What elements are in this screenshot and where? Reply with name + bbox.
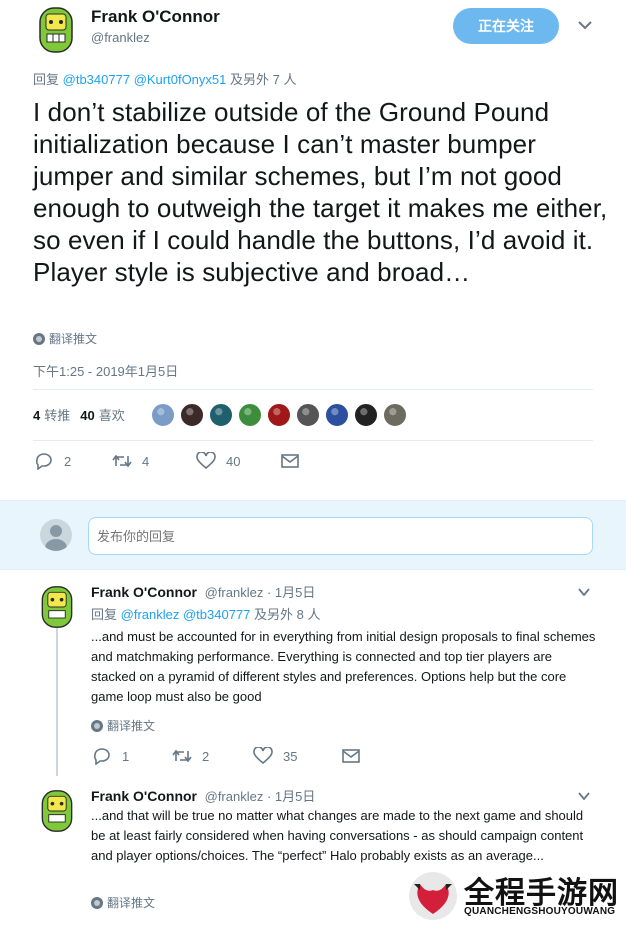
translate-label: 翻译推文 <box>49 332 98 346</box>
main-tweet: Frank O'Connor @franklez 正在关注 回复 @tb3407… <box>0 0 626 500</box>
translate-tweet[interactable]: 翻译推文 <box>91 894 155 911</box>
reply-actions: 1 2 35 <box>92 747 361 765</box>
author-name[interactable]: Frank O'Connor <box>91 584 197 600</box>
chevron-down-icon[interactable] <box>576 18 594 32</box>
reply-compose <box>0 500 626 570</box>
reply-input[interactable] <box>88 517 593 555</box>
direct-message-action[interactable] <box>341 747 361 765</box>
author-name[interactable]: Frank O'Connor <box>91 788 197 804</box>
liker-avatars <box>151 403 407 427</box>
tweet-actions: 2 4 40 <box>34 452 300 470</box>
liker-avatar[interactable] <box>180 403 204 427</box>
author-avatar[interactable] <box>38 585 76 629</box>
author-handle[interactable]: @franklez <box>91 30 150 45</box>
following-button[interactable]: 正在关注 <box>453 8 559 44</box>
liker-avatar[interactable] <box>267 403 291 427</box>
globe-icon <box>91 896 103 909</box>
like-action[interactable]: 35 <box>253 747 341 765</box>
reply-header: Frank O'Connor @franklez · 1月5日 <box>91 582 315 601</box>
replying-to: 回复 @franklez @tb340777 及另外 8 人 <box>91 607 321 622</box>
liker-avatar[interactable] <box>238 403 262 427</box>
translate-tweet[interactable]: 翻译推文 <box>33 330 97 347</box>
author-avatar[interactable] <box>36 6 76 54</box>
retweet-stat[interactable]: 4 转推 <box>33 405 70 424</box>
watermark-logo <box>409 872 457 920</box>
reply-date[interactable]: · 1月5日 <box>267 789 315 804</box>
reply-count: 2 <box>64 453 72 469</box>
reply-text: ...and must be accounted for in everythi… <box>91 629 596 704</box>
retweet-count: 4 <box>142 453 150 469</box>
reply-tweet[interactable]: Frank O'Connor @franklez · 1月5日 回复 @fran… <box>0 571 626 781</box>
tweet-timestamp[interactable]: 下午1:25 - 2019年1月5日 <box>33 361 178 380</box>
author-handle[interactable]: @franklez <box>205 585 264 600</box>
mention-link[interactable]: @Kurt0fOnyx51 <box>134 72 227 87</box>
tweet-stats: 4 转推 40 喜欢 <box>33 405 125 424</box>
mention-link[interactable]: @tb340777 <box>183 607 250 622</box>
globe-icon <box>33 332 45 345</box>
translate-tweet[interactable]: 翻译推文 <box>91 717 155 734</box>
watermark-subtitle: QUANCHENGSHOUYOUWANG <box>464 906 616 917</box>
retweet-action[interactable]: 4 <box>112 452 196 470</box>
reply-header: Frank O'Connor @franklez · 1月5日 <box>91 786 315 805</box>
reply-icon <box>93 748 110 765</box>
chevron-down-icon[interactable] <box>577 791 591 801</box>
author-avatar[interactable] <box>38 789 76 833</box>
divider <box>33 389 593 390</box>
reply-date[interactable]: · 1月5日 <box>267 585 315 600</box>
mention-link[interactable]: @tb340777 <box>63 72 130 87</box>
reply-icon <box>35 453 52 470</box>
liker-avatar[interactable] <box>325 403 349 427</box>
replying-to: 回复 @tb340777 @Kurt0fOnyx51 及另外 7 人 <box>33 69 296 88</box>
envelope-icon <box>281 454 299 468</box>
like-action[interactable]: 40 <box>196 452 280 470</box>
envelope-icon <box>342 749 360 763</box>
liker-avatar[interactable] <box>151 403 175 427</box>
heart-icon <box>253 747 273 765</box>
reply-others[interactable]: 及另外 8 人 <box>254 607 320 622</box>
liker-avatar[interactable] <box>296 403 320 427</box>
tweet-text: I don’t stabilize outside of the Ground … <box>33 97 608 287</box>
reply-others[interactable]: 及另外 7 人 <box>230 72 296 87</box>
divider <box>33 440 593 441</box>
author-name[interactable]: Frank O'Connor <box>91 7 220 27</box>
retweet-icon <box>172 749 192 763</box>
reply-action[interactable]: 1 <box>92 747 172 765</box>
chevron-down-icon[interactable] <box>577 587 591 597</box>
author-handle[interactable]: @franklez <box>205 789 264 804</box>
like-stat[interactable]: 40 喜欢 <box>80 405 124 424</box>
globe-icon <box>91 719 103 732</box>
retweet-icon <box>112 454 132 468</box>
liker-avatar[interactable] <box>354 403 378 427</box>
reply-action[interactable]: 2 <box>34 452 112 470</box>
mention-link[interactable]: @franklez <box>121 607 180 622</box>
retweet-action[interactable]: 2 <box>172 747 253 765</box>
like-count: 40 <box>226 453 241 469</box>
liker-avatar[interactable] <box>209 403 233 427</box>
user-avatar <box>40 519 72 551</box>
direct-message-action[interactable] <box>280 452 300 470</box>
liker-avatar[interactable] <box>383 403 407 427</box>
reply-prefix: 回复 <box>33 72 60 87</box>
reply-text: ...and that will be true no matter what … <box>91 808 584 863</box>
site-watermark: 全程手游网 QUANCHENGSHOUYOUWANG <box>404 866 626 925</box>
heart-icon <box>196 452 216 470</box>
